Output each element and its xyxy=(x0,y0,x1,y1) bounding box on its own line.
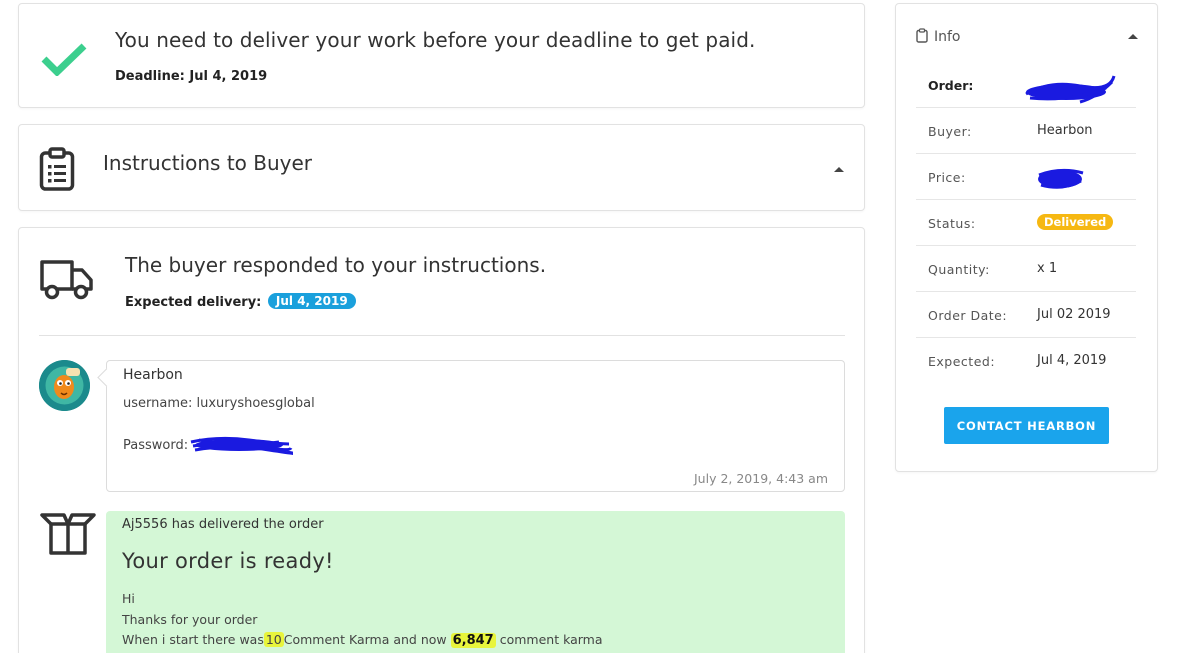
expected-value: Jul 4, 2019 xyxy=(1037,353,1107,368)
info-label: Buyer: xyxy=(928,124,972,139)
clipboard-small-icon xyxy=(916,28,928,47)
deadline-date: Jul 4, 2019 xyxy=(189,69,268,84)
info-row-quantity: Quantity: x 1 xyxy=(916,246,1136,292)
message-author[interactable]: Hearbon xyxy=(123,367,183,383)
order-ready-headline: Your order is ready! xyxy=(122,549,334,573)
status-value: Delivered xyxy=(1037,214,1114,230)
info-label: Price: xyxy=(928,170,966,185)
instructions-card[interactable]: Instructions to Buyer xyxy=(18,124,865,211)
collapse-caret-icon[interactable] xyxy=(834,167,844,172)
checkmark-icon xyxy=(41,42,87,80)
karma-text-1: When i start there was xyxy=(122,632,264,647)
karma-after-highlight: 6,847 xyxy=(450,633,496,648)
buyer-message-bubble: Hearbon username: luxuryshoesglobal Pass… xyxy=(106,360,845,492)
karma-text-3: comment karma xyxy=(499,632,603,647)
response-title: The buyer responded to your instructions… xyxy=(125,253,547,277)
redaction-scribble xyxy=(189,434,297,460)
deadline-card: You need to deliver your work before you… xyxy=(18,3,865,108)
order-redaction-scribble xyxy=(1020,72,1118,112)
karma-text-2: Comment Karma and now xyxy=(283,632,447,647)
buyer-value[interactable]: Hearbon xyxy=(1037,123,1093,138)
delivery-message: Aj5556 has delivered the order Your orde… xyxy=(106,511,845,653)
deadline-line: Deadline: Jul 4, 2019 xyxy=(115,69,267,84)
status-badge: Delivered xyxy=(1037,214,1114,230)
clipboard-icon xyxy=(39,147,75,195)
deadline-label: Deadline: xyxy=(115,69,185,84)
info-label: Order Date: xyxy=(928,308,1008,323)
info-label: Quantity: xyxy=(928,262,990,277)
info-row-status: Status: Delivered xyxy=(916,200,1136,246)
avatar[interactable] xyxy=(39,360,90,411)
package-box-icon xyxy=(39,512,97,560)
activity-card: The buyer responded to your instructions… xyxy=(18,227,865,653)
deadline-message: You need to deliver your work before you… xyxy=(115,28,756,52)
expected-delivery-badge: Jul 4, 2019 xyxy=(267,293,356,309)
info-row-order-date: Order Date: Jul 02 2019 xyxy=(916,292,1136,338)
instructions-title: Instructions to Buyer xyxy=(103,151,313,175)
message-timestamp: July 2, 2019, 4:43 am xyxy=(694,471,828,486)
collapse-caret-icon[interactable] xyxy=(1128,34,1138,39)
expected-delivery-label: Expected delivery: xyxy=(125,295,262,310)
delivery-karma-line: When i start there was 10 Comment Karma an… xyxy=(122,632,603,648)
karma-before-highlight: 10 xyxy=(263,632,284,647)
divider xyxy=(39,335,845,336)
delivery-greeting: Hi xyxy=(122,591,135,606)
message-password-line: Password: xyxy=(123,438,189,453)
price-redaction-scribble xyxy=(1035,165,1087,197)
info-title: Info xyxy=(934,29,961,45)
delivery-thanks: Thanks for your order xyxy=(122,612,258,627)
info-label: Status: xyxy=(928,216,976,231)
info-label: Order: xyxy=(928,78,974,93)
info-header[interactable]: Info xyxy=(916,28,961,47)
info-row-buyer: Buyer: Hearbon xyxy=(916,108,1136,154)
message-username-line: username: luxuryshoesglobal xyxy=(123,396,315,411)
expected-delivery: Expected delivery: Jul 4, 2019 xyxy=(125,293,356,310)
delivery-by-text: Aj5556 has delivered the order xyxy=(122,517,324,532)
order-date-value: Jul 02 2019 xyxy=(1037,307,1111,322)
info-row-order: Order: xyxy=(916,62,1136,108)
info-label: Expected: xyxy=(928,354,996,369)
info-sidebar: Info Order: Buyer: Hearbon Price: Status… xyxy=(895,3,1158,472)
truck-icon xyxy=(39,256,95,306)
info-row-expected: Expected: Jul 4, 2019 xyxy=(916,338,1136,384)
contact-buyer-button[interactable]: CONTACT HEARBON xyxy=(944,407,1109,444)
info-row-price: Price: xyxy=(916,154,1136,200)
quantity-value: x 1 xyxy=(1037,261,1058,276)
